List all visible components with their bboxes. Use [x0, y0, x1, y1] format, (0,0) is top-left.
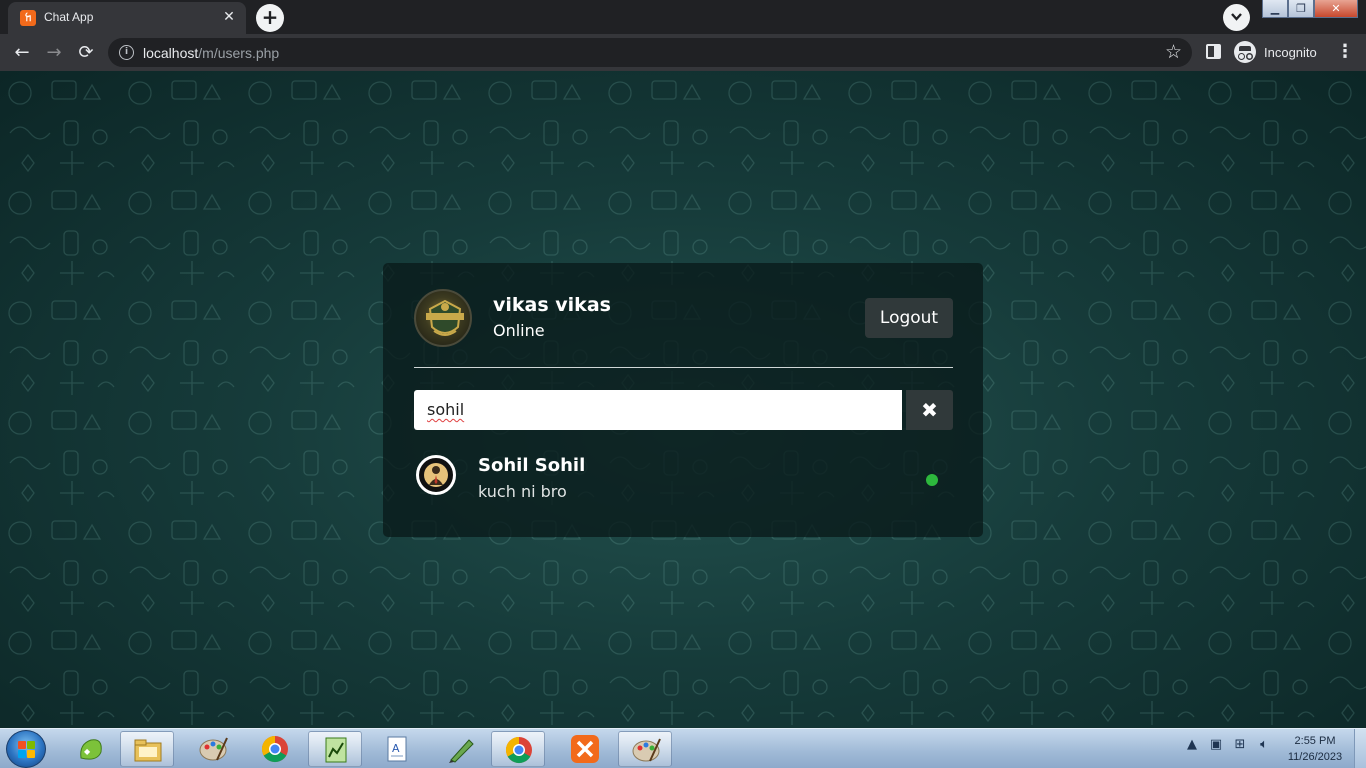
logout-button[interactable]: Logout — [865, 298, 953, 338]
incognito-icon — [1234, 41, 1256, 63]
network-icon[interactable]: ⊞ — [1232, 737, 1248, 753]
svg-text:◆: ◆ — [84, 747, 91, 756]
site-info-icon[interactable]: i — [119, 45, 134, 60]
paint-icon[interactable] — [618, 731, 672, 767]
close-window-button[interactable]: ✕ — [1314, 0, 1358, 18]
window-controls: ▁ ❐ ✕ — [1262, 0, 1358, 20]
xampp-icon[interactable] — [558, 731, 612, 767]
search-input-value: sohil — [427, 400, 465, 419]
clock-time: 2:55 PM — [1294, 735, 1336, 747]
user-avatar — [416, 455, 456, 495]
start-button[interactable] — [6, 730, 46, 768]
show-hidden-icons-icon[interactable]: ▲ — [1184, 737, 1200, 753]
browser-menu-icon[interactable]: ⋮ — [1336, 42, 1354, 62]
taskbar: ◆ A ▲ ▣ ⊞ 🔈︎ 2:55 PM 11/26/2023 — [0, 728, 1366, 768]
incognito-profile-button[interactable]: Incognito — [1234, 40, 1317, 64]
user-list-item[interactable]: Sohil Sohil kuch ni bro — [414, 449, 953, 505]
side-panel-icon[interactable] — [1206, 44, 1221, 59]
chevron-down-icon — [1231, 13, 1242, 21]
clock-date: 11/26/2023 — [1287, 751, 1343, 763]
clear-search-button[interactable]: ✖ — [906, 390, 953, 430]
current-user-name: vikas vikas — [493, 294, 611, 316]
tab-search-button[interactable] — [1223, 4, 1250, 31]
new-tab-button[interactable]: + — [256, 4, 284, 32]
bookmark-star-icon[interactable]: ☆ — [1165, 41, 1182, 63]
close-tab-icon[interactable]: ✕ — [220, 8, 238, 26]
device-icon[interactable]: ▣ — [1208, 737, 1224, 753]
current-user-avatar — [414, 289, 472, 347]
green-app-icon[interactable]: ◆ — [64, 731, 118, 767]
wordpad-icon[interactable]: A — [370, 731, 424, 767]
back-icon[interactable]: ← — [10, 41, 34, 65]
xampp-icon: ꖷ — [20, 10, 36, 26]
file-explorer-icon[interactable] — [120, 731, 174, 767]
browser-tab-strip: ꖷ Chat App ✕ + ▁ ❐ ✕ — [0, 0, 1366, 34]
svg-text:A: A — [392, 742, 400, 755]
user-name: Sohil Sohil — [478, 455, 586, 476]
volume-icon[interactable]: 🔈︎ — [1256, 737, 1272, 753]
pen-tool-icon[interactable] — [434, 731, 488, 767]
browser-tab[interactable]: ꖷ Chat App ✕ — [8, 2, 246, 34]
forward-icon[interactable]: → — [42, 41, 66, 65]
online-status-dot — [926, 474, 938, 486]
page-viewport: vikas vikas Online Logout sohil ✖ Sohil … — [0, 71, 1366, 728]
user-last-message: kuch ni bro — [478, 482, 567, 501]
chrome-icon[interactable] — [491, 731, 545, 767]
tab-title: Chat App — [44, 10, 94, 24]
spreadsheet-icon[interactable] — [308, 731, 362, 767]
incognito-label: Incognito — [1264, 44, 1317, 60]
users-panel: vikas vikas Online Logout sohil ✖ Sohil … — [383, 263, 983, 537]
address-bar[interactable]: i localhost/m/users.php ☆ — [108, 38, 1192, 67]
reload-icon[interactable]: ⟳ — [74, 41, 98, 65]
taskbar-clock[interactable]: 2:55 PM 11/26/2023 — [1280, 733, 1350, 765]
search-input[interactable]: sohil — [414, 390, 902, 430]
paint-icon[interactable] — [186, 731, 240, 767]
minimize-button[interactable]: ▁ — [1262, 0, 1288, 18]
browser-toolbar: ← → ⟳ i localhost/m/users.php ☆ — [0, 34, 1366, 71]
header-divider — [414, 367, 953, 368]
show-desktop-button[interactable] — [1354, 729, 1366, 768]
chrome-icon[interactable] — [248, 731, 302, 767]
system-tray: ▲ ▣ ⊞ 🔈︎ — [1184, 737, 1272, 753]
restore-button[interactable]: ❐ — [1288, 0, 1314, 18]
windows-logo-icon — [18, 741, 35, 758]
url-text[interactable]: localhost/m/users.php — [143, 45, 279, 61]
current-user-status: Online — [493, 321, 545, 340]
